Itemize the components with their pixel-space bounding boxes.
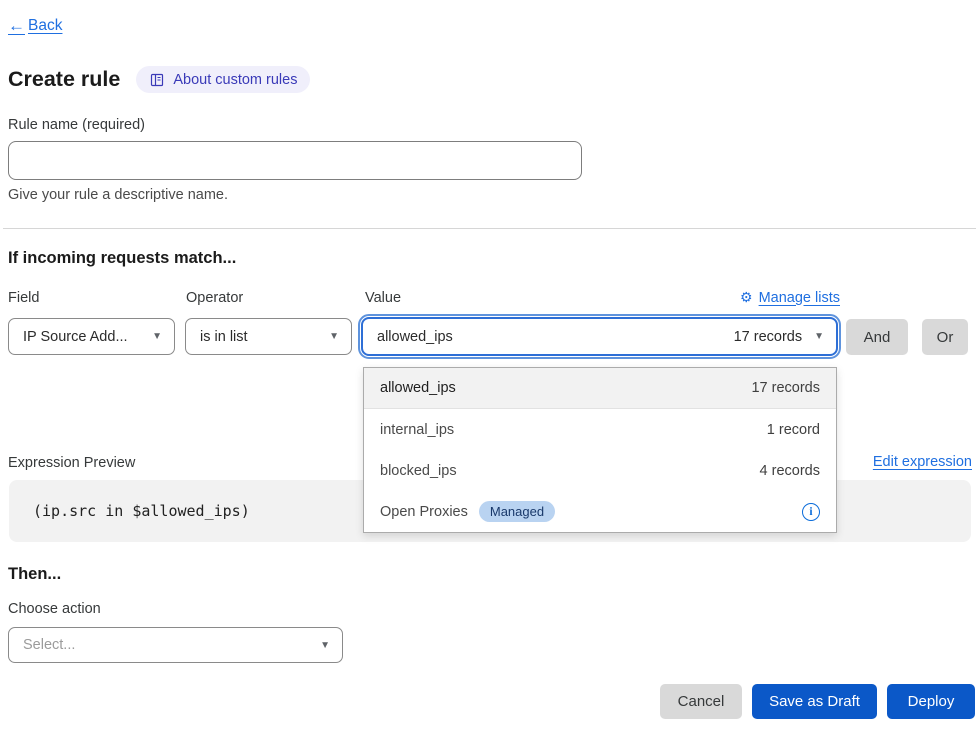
about-custom-rules-label: About custom rules bbox=[173, 72, 297, 88]
chevron-down-icon: ▼ bbox=[329, 331, 339, 342]
list-name: blocked_ips bbox=[380, 463, 457, 479]
list-item-open-proxies[interactable]: Open Proxies Managed i bbox=[364, 491, 836, 532]
action-select[interactable]: Select... ▼ bbox=[8, 627, 343, 663]
list-item-blocked-ips[interactable]: blocked_ips 4 records bbox=[364, 450, 836, 491]
value-select-records: 17 records bbox=[734, 329, 803, 345]
value-column-label: Value bbox=[365, 290, 401, 306]
back-arrow-icon: ← bbox=[8, 16, 25, 36]
manage-lists-label: Manage lists bbox=[759, 290, 840, 306]
or-button[interactable]: Or bbox=[922, 319, 968, 355]
rule-name-help-text: Give your rule a descriptive name. bbox=[8, 187, 228, 203]
list-name: allowed_ips bbox=[380, 380, 456, 396]
title-row: Create rule About custom rules bbox=[8, 66, 310, 93]
about-custom-rules-link[interactable]: About custom rules bbox=[136, 66, 310, 93]
match-section-heading: If incoming requests match... bbox=[8, 249, 236, 268]
save-as-draft-button[interactable]: Save as Draft bbox=[752, 684, 877, 719]
manage-lists-link[interactable]: ⚙ Manage lists bbox=[740, 289, 840, 306]
operator-select[interactable]: is in list ▼ bbox=[185, 318, 352, 355]
action-select-placeholder: Select... bbox=[23, 637, 75, 653]
book-icon bbox=[149, 72, 165, 88]
choose-action-label: Choose action bbox=[8, 601, 101, 617]
gear-icon: ⚙ bbox=[740, 289, 753, 306]
list-record-count: 4 records bbox=[760, 463, 820, 479]
edit-expression-link[interactable]: Edit expression bbox=[873, 454, 972, 470]
list-name: internal_ips bbox=[380, 422, 454, 438]
deploy-button[interactable]: Deploy bbox=[887, 684, 975, 719]
list-item-internal-ips[interactable]: internal_ips 1 record bbox=[364, 409, 836, 450]
field-column-label: Field bbox=[8, 290, 39, 306]
value-select-value: allowed_ips bbox=[377, 329, 453, 345]
rule-name-label: Rule name (required) bbox=[8, 117, 145, 133]
operator-column-label: Operator bbox=[186, 290, 243, 306]
expression-preview-label: Expression Preview bbox=[8, 455, 135, 471]
list-record-count: 17 records bbox=[751, 380, 820, 396]
and-button[interactable]: And bbox=[846, 319, 908, 355]
create-rule-page: ← Back Create rule About custom rules Ru… bbox=[0, 0, 979, 739]
managed-badge: Managed bbox=[479, 501, 555, 522]
info-icon[interactable]: i bbox=[802, 503, 820, 521]
chevron-down-icon: ▼ bbox=[152, 331, 162, 342]
value-dropdown-menu: allowed_ips 17 records internal_ips 1 re… bbox=[363, 367, 837, 533]
field-select[interactable]: IP Source Add... ▼ bbox=[8, 318, 175, 355]
list-item-allowed-ips[interactable]: allowed_ips 17 records bbox=[364, 368, 836, 409]
list-name: Open Proxies bbox=[380, 504, 468, 520]
section-divider bbox=[3, 228, 976, 229]
rule-name-input[interactable] bbox=[8, 141, 582, 180]
expression-code: (ip.src in $allowed_ips) bbox=[9, 502, 250, 520]
operator-select-value: is in list bbox=[200, 329, 248, 345]
list-record-count: 1 record bbox=[767, 422, 820, 438]
chevron-down-icon: ▼ bbox=[814, 331, 824, 342]
back-link[interactable]: ← Back bbox=[8, 16, 62, 36]
chevron-down-icon: ▼ bbox=[320, 640, 330, 651]
page-title: Create rule bbox=[8, 67, 120, 92]
field-select-value: IP Source Add... bbox=[23, 329, 128, 345]
value-select[interactable]: allowed_ips 17 records ▼ bbox=[361, 317, 838, 356]
then-section-heading: Then... bbox=[8, 565, 61, 584]
cancel-button[interactable]: Cancel bbox=[660, 684, 742, 719]
back-label: Back bbox=[28, 17, 62, 35]
